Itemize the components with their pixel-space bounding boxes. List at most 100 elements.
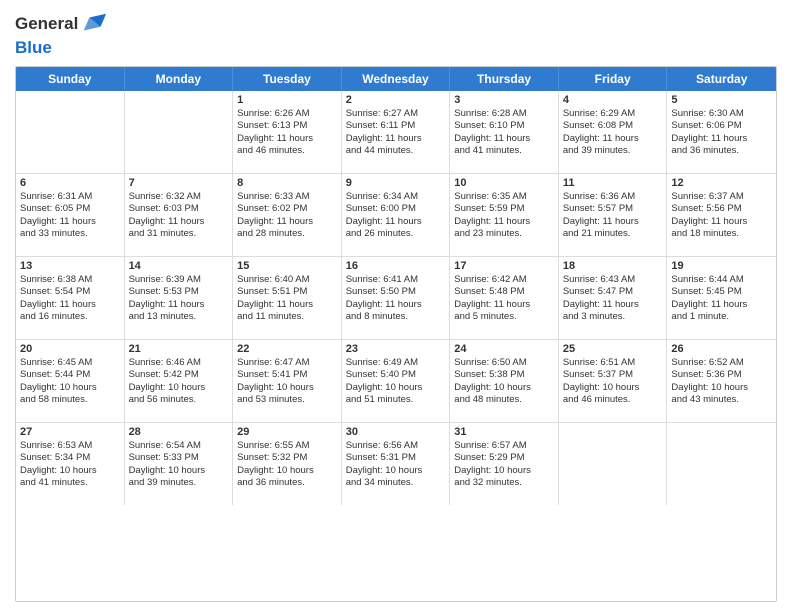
cell-info-line: Sunrise: 6:53 AM — [20, 440, 120, 452]
calendar-cell-10: 10Sunrise: 6:35 AMSunset: 5:59 PMDayligh… — [450, 174, 559, 256]
cell-info-line: Daylight: 11 hours — [237, 216, 337, 228]
calendar-cell-28: 28Sunrise: 6:54 AMSunset: 5:33 PMDayligh… — [125, 423, 234, 505]
calendar-cell-1: 1Sunrise: 6:26 AMSunset: 6:13 PMDaylight… — [233, 91, 342, 173]
cell-info-line: Sunset: 5:34 PM — [20, 452, 120, 464]
cell-info-line: and 28 minutes. — [237, 228, 337, 240]
calendar-cell-18: 18Sunrise: 6:43 AMSunset: 5:47 PMDayligh… — [559, 257, 668, 339]
cell-info-line: and 56 minutes. — [129, 394, 229, 406]
day-number: 5 — [671, 94, 772, 106]
day-number: 6 — [20, 177, 120, 189]
cell-info-line: Daylight: 11 hours — [563, 133, 663, 145]
cell-info-line: Daylight: 11 hours — [671, 216, 772, 228]
cell-info-line: Daylight: 10 hours — [454, 465, 554, 477]
cell-info-line: and 11 minutes. — [237, 311, 337, 323]
cell-info-line: and 39 minutes. — [563, 145, 663, 157]
cell-info-line: Daylight: 10 hours — [454, 382, 554, 394]
calendar-cell-22: 22Sunrise: 6:47 AMSunset: 5:41 PMDayligh… — [233, 340, 342, 422]
cell-info-line: Sunrise: 6:31 AM — [20, 191, 120, 203]
day-number: 21 — [129, 343, 229, 355]
day-number: 14 — [129, 260, 229, 272]
cell-info-line: and 13 minutes. — [129, 311, 229, 323]
cell-info-line: Sunrise: 6:29 AM — [563, 108, 663, 120]
calendar-cell-4: 4Sunrise: 6:29 AMSunset: 6:08 PMDaylight… — [559, 91, 668, 173]
day-number: 4 — [563, 94, 663, 106]
header-cell-thursday: Thursday — [450, 67, 559, 91]
cell-info-line: and 8 minutes. — [346, 311, 446, 323]
cell-info-line: Sunset: 6:11 PM — [346, 120, 446, 132]
cell-info-line: Sunrise: 6:54 AM — [129, 440, 229, 452]
header-cell-friday: Friday — [559, 67, 668, 91]
cell-info-line: Sunset: 5:51 PM — [237, 286, 337, 298]
cell-info-line: Sunrise: 6:51 AM — [563, 357, 663, 369]
cell-info-line: Sunrise: 6:37 AM — [671, 191, 772, 203]
day-number: 27 — [20, 426, 120, 438]
calendar-cell-9: 9Sunrise: 6:34 AMSunset: 6:00 PMDaylight… — [342, 174, 451, 256]
cell-info-line: Sunrise: 6:46 AM — [129, 357, 229, 369]
cell-info-line: Daylight: 11 hours — [563, 299, 663, 311]
day-number: 25 — [563, 343, 663, 355]
cell-info-line: Sunset: 5:57 PM — [563, 203, 663, 215]
calendar-header: SundayMondayTuesdayWednesdayThursdayFrid… — [16, 67, 776, 91]
cell-info-line: and 53 minutes. — [237, 394, 337, 406]
cell-info-line: Sunrise: 6:52 AM — [671, 357, 772, 369]
cell-info-line: Sunset: 6:05 PM — [20, 203, 120, 215]
cell-info-line: and 36 minutes. — [237, 477, 337, 489]
cell-info-line: Daylight: 10 hours — [129, 382, 229, 394]
header-cell-sunday: Sunday — [16, 67, 125, 91]
cell-info-line: Daylight: 11 hours — [454, 216, 554, 228]
cell-info-line: Daylight: 10 hours — [129, 465, 229, 477]
calendar-cell-19: 19Sunrise: 6:44 AMSunset: 5:45 PMDayligh… — [667, 257, 776, 339]
cell-info-line: Daylight: 10 hours — [237, 382, 337, 394]
cell-info-line: Sunrise: 6:47 AM — [237, 357, 337, 369]
cell-info-line: Daylight: 11 hours — [346, 299, 446, 311]
calendar-row-1: 6Sunrise: 6:31 AMSunset: 6:05 PMDaylight… — [16, 174, 776, 257]
cell-info-line: Sunset: 6:13 PM — [237, 120, 337, 132]
calendar-cell-12: 12Sunrise: 6:37 AMSunset: 5:56 PMDayligh… — [667, 174, 776, 256]
cell-info-line: and 43 minutes. — [671, 394, 772, 406]
day-number: 18 — [563, 260, 663, 272]
cell-info-line: Daylight: 11 hours — [346, 216, 446, 228]
cell-info-line: Sunset: 5:38 PM — [454, 369, 554, 381]
header-cell-tuesday: Tuesday — [233, 67, 342, 91]
day-number: 17 — [454, 260, 554, 272]
cell-info-line: Daylight: 10 hours — [671, 382, 772, 394]
calendar-cell-11: 11Sunrise: 6:36 AMSunset: 5:57 PMDayligh… — [559, 174, 668, 256]
cell-info-line: Sunrise: 6:30 AM — [671, 108, 772, 120]
calendar-cell-7: 7Sunrise: 6:32 AMSunset: 6:03 PMDaylight… — [125, 174, 234, 256]
cell-info-line: and 36 minutes. — [671, 145, 772, 157]
calendar-cell-empty-4-5 — [559, 423, 668, 505]
calendar-cell-13: 13Sunrise: 6:38 AMSunset: 5:54 PMDayligh… — [16, 257, 125, 339]
cell-info-line: Sunrise: 6:45 AM — [20, 357, 120, 369]
day-number: 15 — [237, 260, 337, 272]
day-number: 20 — [20, 343, 120, 355]
cell-info-line: Daylight: 10 hours — [20, 382, 120, 394]
calendar-cell-5: 5Sunrise: 6:30 AMSunset: 6:06 PMDaylight… — [667, 91, 776, 173]
day-number: 13 — [20, 260, 120, 272]
cell-info-line: Sunrise: 6:43 AM — [563, 274, 663, 286]
cell-info-line: Sunrise: 6:55 AM — [237, 440, 337, 452]
cell-info-line: Sunrise: 6:32 AM — [129, 191, 229, 203]
cell-info-line: Sunset: 5:45 PM — [671, 286, 772, 298]
header-cell-monday: Monday — [125, 67, 234, 91]
cell-info-line: and 51 minutes. — [346, 394, 446, 406]
calendar-cell-15: 15Sunrise: 6:40 AMSunset: 5:51 PMDayligh… — [233, 257, 342, 339]
cell-info-line: Sunrise: 6:42 AM — [454, 274, 554, 286]
day-number: 19 — [671, 260, 772, 272]
day-number: 30 — [346, 426, 446, 438]
cell-info-line: Sunset: 5:53 PM — [129, 286, 229, 298]
cell-info-line: Daylight: 10 hours — [20, 465, 120, 477]
cell-info-line: Sunset: 5:33 PM — [129, 452, 229, 464]
cell-info-line: and 41 minutes. — [20, 477, 120, 489]
cell-info-line: Daylight: 11 hours — [20, 216, 120, 228]
cell-info-line: Sunrise: 6:34 AM — [346, 191, 446, 203]
calendar-row-0: 1Sunrise: 6:26 AMSunset: 6:13 PMDaylight… — [16, 91, 776, 174]
header-cell-saturday: Saturday — [667, 67, 776, 91]
calendar-cell-25: 25Sunrise: 6:51 AMSunset: 5:37 PMDayligh… — [559, 340, 668, 422]
cell-info-line: Sunset: 6:03 PM — [129, 203, 229, 215]
calendar-cell-26: 26Sunrise: 6:52 AMSunset: 5:36 PMDayligh… — [667, 340, 776, 422]
cell-info-line: and 48 minutes. — [454, 394, 554, 406]
day-number: 2 — [346, 94, 446, 106]
day-number: 24 — [454, 343, 554, 355]
cell-info-line: Daylight: 10 hours — [563, 382, 663, 394]
cell-info-line: Sunrise: 6:36 AM — [563, 191, 663, 203]
